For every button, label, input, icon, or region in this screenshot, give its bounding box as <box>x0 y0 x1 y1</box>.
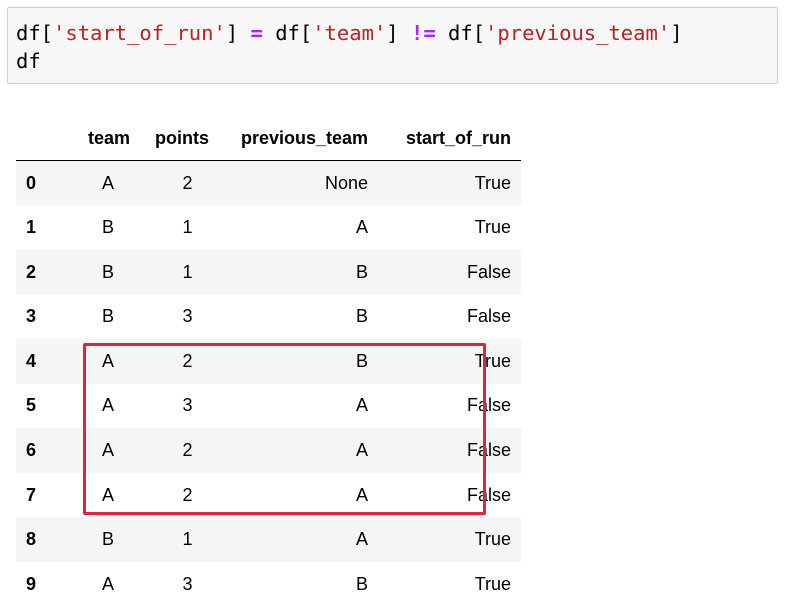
table-row: 8 B 1 A True <box>16 517 522 562</box>
cell-team: A <box>102 439 115 460</box>
cell-start-of-run: False <box>467 439 512 460</box>
code-token-text: df[ <box>262 21 313 45</box>
cell-team: A <box>102 350 115 371</box>
cell-start-of-run: True <box>474 216 512 237</box>
table-row: 3 B 3 B False <box>16 294 522 339</box>
code-token-operator: = <box>250 21 263 45</box>
table-row: 6 A 2 A False <box>16 428 522 473</box>
cell-team: A <box>102 573 115 594</box>
table-row: 2 B 1 B False <box>16 249 522 295</box>
cell-start-of-run: True <box>474 350 512 371</box>
code-token-string: 'previous_team' <box>485 21 671 45</box>
cell-points: 3 <box>182 306 193 327</box>
row-index: 2 <box>26 261 37 282</box>
code-cell[interactable]: df['start_of_run'] = df['team'] != df['p… <box>7 7 778 84</box>
row-index: 0 <box>26 172 37 193</box>
cell-points: 2 <box>182 172 193 193</box>
row-index: 4 <box>26 350 37 371</box>
code-token-text: ] <box>670 21 683 45</box>
dataframe-output-table: team points previous_team start_of_run 0… <box>16 116 522 607</box>
row-index: 8 <box>26 529 37 550</box>
cell-points: 2 <box>182 350 193 371</box>
code-line-2: df <box>16 49 41 73</box>
cell-previous-team: A <box>356 529 369 550</box>
cell-start-of-run: False <box>467 261 512 282</box>
code-token-text: ] <box>386 21 411 45</box>
cell-start-of-run: False <box>467 306 512 327</box>
cell-team: B <box>102 216 115 237</box>
code-token-text: df[ <box>435 21 486 45</box>
cell-previous-team: A <box>356 484 369 505</box>
table-row: 4 A 2 B True <box>16 338 522 384</box>
header-previous-team: previous_team <box>219 116 379 162</box>
cell-previous-team: A <box>356 395 369 416</box>
cell-team: A <box>102 395 115 416</box>
cell-team: B <box>102 306 115 327</box>
cell-team: A <box>102 172 115 193</box>
row-index: 1 <box>26 216 37 237</box>
table-row: 0 A 2 None True <box>16 160 522 206</box>
table-header: team points previous_team start_of_run <box>16 116 522 162</box>
row-index: 5 <box>26 395 37 416</box>
code-line-1: df['start_of_run'] = df['team'] != df['p… <box>16 20 683 46</box>
code-token-string: 'team' <box>312 21 387 45</box>
cell-points: 3 <box>182 573 193 594</box>
header-row: team points previous_team start_of_run <box>16 116 522 162</box>
header-index <box>16 116 78 162</box>
code-token-text: ] <box>225 21 251 45</box>
header-start-of-run: start_of_run <box>378 116 522 162</box>
cell-previous-team: A <box>356 439 369 460</box>
table-row: 1 B 1 A True <box>16 205 522 250</box>
cell-points: 1 <box>182 261 193 282</box>
cell-points: 2 <box>182 484 193 505</box>
row-index: 7 <box>26 484 37 505</box>
cell-start-of-run: True <box>474 529 512 550</box>
code-token-text: df[ <box>16 21 54 45</box>
row-index: 6 <box>26 439 37 460</box>
cell-previous-team: B <box>356 350 369 371</box>
table-row: 5 A 3 A False <box>16 383 522 429</box>
cell-start-of-run: False <box>467 395 512 416</box>
table-row: 7 A 2 A False <box>16 472 522 518</box>
header-team: team <box>78 116 141 162</box>
cell-team: A <box>102 484 115 505</box>
cell-points: 2 <box>182 439 193 460</box>
cell-previous-team: A <box>356 216 369 237</box>
row-index: 3 <box>26 306 37 327</box>
header-points: points <box>140 116 220 162</box>
cell-previous-team: B <box>356 306 369 327</box>
cell-previous-team: B <box>356 261 369 282</box>
code-token-string: 'start_of_run' <box>53 21 226 45</box>
cell-start-of-run: True <box>474 172 512 193</box>
cell-points: 1 <box>182 216 193 237</box>
code-token-operator: != <box>410 21 436 45</box>
cell-previous-team: B <box>356 573 369 594</box>
cell-start-of-run: True <box>474 573 512 594</box>
table-body: 0 A 2 None True 1 B 1 A True 2 B 1 B False 3 B 3 B False 4 A 2… <box>16 160 522 607</box>
cell-team: B <box>102 529 115 550</box>
cell-points: 1 <box>182 529 193 550</box>
cell-points: 3 <box>182 395 193 416</box>
cell-team: B <box>102 261 115 282</box>
cell-start-of-run: False <box>467 484 512 505</box>
cell-previous-team: None <box>325 172 369 193</box>
row-index: 9 <box>26 573 37 594</box>
table-row: 9 A 3 B True <box>16 561 522 607</box>
